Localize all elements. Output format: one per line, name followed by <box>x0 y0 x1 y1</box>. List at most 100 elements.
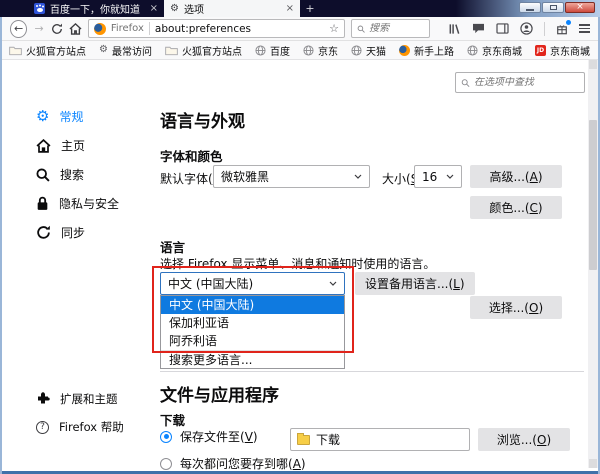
language-option[interactable]: 保加利亚语 <box>161 314 344 332</box>
globe-icon <box>467 45 478 56</box>
firefox-icon <box>399 45 410 56</box>
heading-downloads: 下载 <box>160 410 185 429</box>
tab-title: 百度一下，你就知道 <box>50 1 145 16</box>
tab-options[interactable]: ⚙ 选项 × <box>164 0 300 17</box>
firefox-window: 百度一下，你就知道 × ⚙ 选项 × + × ← → Firefox <box>0 0 600 474</box>
url-separator <box>149 22 150 35</box>
default-font-select[interactable]: 微软雅黑 <box>213 165 370 188</box>
section-divider <box>160 371 584 372</box>
scroll-up-arrow[interactable] <box>589 60 597 69</box>
globe-icon <box>255 45 266 56</box>
sidebar-item-privacy-security[interactable]: 隐私与安全 <box>2 189 150 218</box>
download-folder-field[interactable]: 下载 <box>290 428 470 451</box>
bookmark-label: 京东商城 <box>482 43 522 58</box>
sidebar-item-label: 隐私与安全 <box>59 195 119 212</box>
sidebar-item-extensions-themes[interactable]: 扩展和主题 <box>2 385 150 413</box>
chevron-down-icon <box>329 281 337 286</box>
search-input[interactable] <box>369 23 424 34</box>
navigation-toolbar: ← → Firefox about:preferences ☆ <box>2 17 598 41</box>
find-in-options-box[interactable] <box>455 72 585 93</box>
puzzle-icon <box>36 392 50 406</box>
sidebar-item-label: Firefox 帮助 <box>59 419 124 435</box>
bookmark-jd-mall-2[interactable]: JD 京东商城 <box>535 43 590 58</box>
language-option[interactable]: 阿乔利语 <box>161 332 344 350</box>
minimize-button[interactable] <box>519 2 541 13</box>
always-ask-label: 每次都问您要存到哪(A) <box>180 455 306 472</box>
new-tab-button[interactable]: + <box>300 0 320 17</box>
scroll-down-arrow[interactable] <box>589 459 597 468</box>
language-description: 选择 Firefox 显示菜单、消息和通知时使用的语言。 <box>160 255 435 272</box>
home-button[interactable] <box>69 23 82 35</box>
back-button[interactable]: ← <box>10 20 27 38</box>
save-files-to-radio[interactable] <box>160 431 172 443</box>
bookmark-jd-mall[interactable]: 京东商城 <box>467 43 522 58</box>
ui-language-select[interactable]: 中文 (中国大陆) <box>160 272 345 295</box>
search-bar[interactable] <box>351 19 430 38</box>
search-icon <box>461 78 470 88</box>
bookmark-jd[interactable]: 京东 <box>303 43 338 58</box>
tab-title: 选项 <box>184 1 281 16</box>
reload-button[interactable] <box>51 23 63 35</box>
sidebar-item-firefox-help[interactable]: ? Firefox 帮助 <box>2 413 150 441</box>
sidebar-item-search[interactable]: 搜索 <box>2 160 150 189</box>
window-controls: × <box>519 2 595 13</box>
bookmark-folder[interactable]: 火狐官方站点 <box>9 43 86 58</box>
sidebar-toggle-icon[interactable] <box>496 23 509 34</box>
sidebar-item-general[interactable]: ⚙ 常规 <box>2 102 150 131</box>
jd-icon: JD <box>535 45 546 56</box>
scrollbar-thumb[interactable] <box>589 120 597 270</box>
pocket-icon[interactable] <box>472 23 485 34</box>
sync-icon <box>36 225 51 240</box>
restore-button[interactable] <box>542 2 564 13</box>
sidebar-item-label: 扩展和主题 <box>60 391 118 407</box>
bookmark-baidu[interactable]: 百度 <box>255 43 290 58</box>
find-in-options-input[interactable] <box>474 77 579 88</box>
bookmark-folder[interactable]: 火狐官方站点 <box>165 43 242 58</box>
browse-button[interactable]: 浏览...(O) <box>478 428 570 451</box>
language-option-search-more[interactable]: 搜索更多语言... <box>161 350 344 368</box>
colors-button[interactable]: 颜色...(C) <box>470 196 562 219</box>
globe-icon <box>303 45 314 56</box>
set-alternative-languages-button[interactable]: 设置备用语言...(L) <box>355 272 475 295</box>
bookmark-getting-started[interactable]: 新手上路 <box>399 43 454 58</box>
bookmarks-bar: 火狐官方站点 ⚙ 最常访问 火狐官方站点 百度 京东 天猫 新手上路 京东商城 <box>2 41 598 60</box>
choose-button[interactable]: 选择...(O) <box>470 296 562 319</box>
bookmark-star-icon[interactable]: ☆ <box>329 22 339 35</box>
language-option-selected[interactable]: 中文 (中国大陆) <box>161 296 344 314</box>
reload-icon <box>51 23 63 35</box>
toolbar-separator <box>544 22 545 36</box>
library-icon[interactable] <box>448 23 461 35</box>
address-bar[interactable]: Firefox about:preferences ☆ <box>88 19 345 38</box>
tab-close-icon[interactable]: × <box>286 3 294 14</box>
folder-icon <box>165 45 178 56</box>
tab-close-icon[interactable]: × <box>150 3 158 14</box>
preferences-sidebar: ⚙ 常规 主页 搜索 隐私与安全 同步 扩展和主题 ? Firefox 帮助 <box>2 60 150 471</box>
close-button[interactable]: × <box>565 2 595 13</box>
sidebar-item-sync[interactable]: 同步 <box>2 218 150 247</box>
forward-button[interactable]: → <box>33 22 44 35</box>
home-icon <box>36 139 51 153</box>
bookmark-most-visited[interactable]: ⚙ 最常访问 <box>99 43 152 58</box>
sidebar-item-home[interactable]: 主页 <box>2 131 150 160</box>
home-icon <box>69 23 82 35</box>
bookmark-label: 百度 <box>270 43 290 58</box>
minimize-icon <box>526 9 534 11</box>
firefox-logo-icon <box>94 23 106 35</box>
globe-icon <box>351 45 362 56</box>
whats-new-gift-icon[interactable] <box>556 23 568 35</box>
bookmark-label: 最常访问 <box>112 43 152 58</box>
advanced-fonts-button[interactable]: 高级...(A) <box>470 165 562 188</box>
toolbar-icons <box>448 22 590 36</box>
tab-baidu[interactable]: 百度一下，你就知道 × <box>28 0 164 17</box>
folder-icon <box>9 45 22 56</box>
restore-icon <box>550 5 557 10</box>
bookmarks-overflow-chevron[interactable]: » <box>583 44 590 57</box>
bookmark-tmall[interactable]: 天猫 <box>351 43 386 58</box>
font-size-select[interactable]: 16 <box>414 165 462 188</box>
url-value[interactable]: about:preferences <box>155 23 324 35</box>
menu-icon[interactable] <box>579 24 590 33</box>
account-icon[interactable] <box>520 22 533 35</box>
always-ask-radio[interactable] <box>160 458 172 470</box>
content-scrollbar[interactable] <box>588 60 598 468</box>
save-files-to-label: 保存文件至(V) <box>180 428 258 445</box>
